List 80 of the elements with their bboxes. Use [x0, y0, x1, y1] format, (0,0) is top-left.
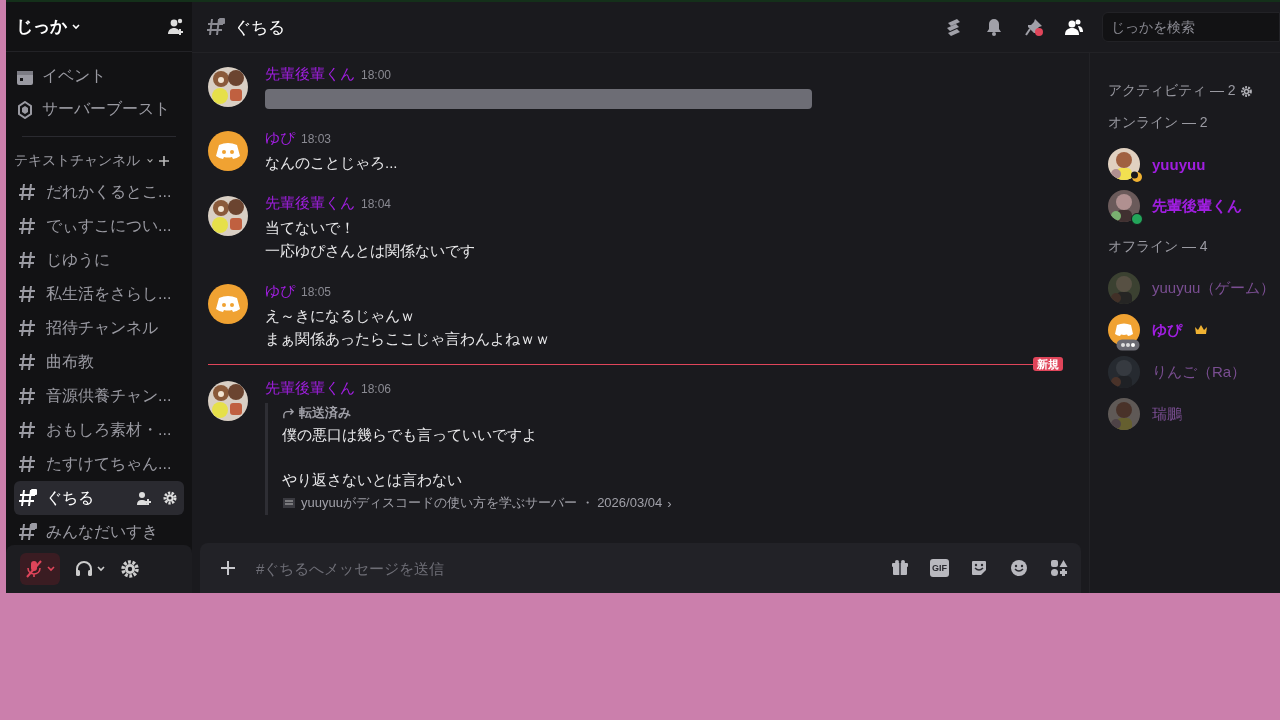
timestamp: 18:05: [301, 285, 332, 299]
settings-icon[interactable]: [1239, 84, 1253, 98]
logo-avatar-icon: [208, 131, 248, 171]
hash-icon: [18, 318, 38, 338]
source-link[interactable]: yuuyuuがディスコードの使い方を学ぶサーバー ・ 2026/03/04: [301, 494, 663, 512]
channel-item[interactable]: みんなだいすき: [14, 515, 184, 549]
channel-item[interactable]: じゆうに: [14, 243, 184, 277]
hash-icon: [206, 17, 226, 37]
hash-icon: [18, 352, 38, 372]
channel-item[interactable]: だれかくるとこ...: [14, 175, 184, 209]
add-icon[interactable]: [218, 558, 238, 578]
microphone-button[interactable]: [20, 553, 60, 585]
gem-icon: [16, 100, 34, 119]
channel-item[interactable]: たすけてちゃん...: [14, 447, 184, 481]
message-text: 当てないで！: [265, 218, 356, 238]
hash-icon: [18, 522, 38, 542]
channel-item[interactable]: 音源供養チャン...: [14, 379, 184, 413]
forward-icon: [282, 406, 295, 420]
hash-icon: [18, 488, 38, 508]
add-user-icon[interactable]: [166, 16, 186, 37]
logo-avatar-icon: [208, 284, 248, 324]
message-text: 一応ゆぴさんとは関係ないです: [265, 241, 476, 261]
server-icon: [282, 496, 296, 510]
settings-icon[interactable]: [162, 490, 178, 506]
emoji-icon[interactable]: [1009, 558, 1029, 578]
add-icon[interactable]: [158, 155, 170, 167]
headphones-icon: [74, 559, 94, 579]
settings-icon[interactable]: [120, 559, 140, 579]
chevron-icon: [71, 21, 81, 32]
apps-icon[interactable]: [1049, 558, 1069, 578]
online-status-icon: [1131, 213, 1143, 225]
timestamp: 18:03: [301, 132, 332, 146]
message-input[interactable]: #ぐちるへメッセージを送信: [254, 558, 874, 578]
hash-icon: [18, 182, 38, 202]
hash-icon: [18, 284, 38, 304]
idle-status-icon: [1131, 171, 1143, 183]
gif-button[interactable]: GIF: [930, 559, 949, 577]
timestamp: 18:06: [361, 382, 392, 396]
pin-icon[interactable]: [1024, 17, 1044, 37]
message-text: やり返さないとは言わない: [282, 470, 463, 490]
members-icon[interactable]: [1064, 17, 1084, 37]
section-title: オフライン — 4: [1108, 238, 1208, 256]
message-text: まぁ関係あったらここじゃ言わんよねｗｗ: [265, 329, 551, 349]
sticker-icon[interactable]: [969, 558, 989, 578]
new-badge: 新規: [1033, 357, 1063, 371]
caret-icon: [96, 564, 106, 574]
activity-status-icon: [1116, 339, 1140, 351]
forwarded-label: 転送済み: [299, 404, 351, 422]
channel-item[interactable]: 招待チャンネル: [14, 311, 184, 345]
chevron-icon: [146, 157, 154, 165]
sidebar-item[interactable]: サーバーブースト: [14, 93, 184, 126]
channel-title: ぐちる: [234, 16, 285, 39]
message-text: なんのことじゃろ...: [265, 153, 399, 173]
category-label[interactable]: テキストチャンネル: [14, 152, 140, 170]
server-name[interactable]: じっか: [16, 15, 81, 38]
hash-icon: [18, 216, 38, 236]
bell-icon[interactable]: [984, 17, 1004, 37]
hash-icon: [18, 386, 38, 406]
sidebar-item[interactable]: イベント: [14, 60, 184, 93]
section-title: オンライン — 2: [1108, 114, 1208, 132]
search-field[interactable]: じっかを検索: [1102, 12, 1280, 42]
channel-item[interactable]: 曲布教: [14, 345, 184, 379]
message-bar[interactable]: #ぐちるへメッセージを送信 GIF: [200, 543, 1081, 593]
timestamp: 18:00: [361, 68, 392, 82]
add-user-icon[interactable]: [136, 490, 152, 506]
gift-icon[interactable]: [890, 558, 910, 578]
hash-icon: [18, 454, 38, 474]
channel-item[interactable]: 私生活をさらし...: [14, 277, 184, 311]
channel-item[interactable]: でぃすこについ...: [14, 209, 184, 243]
timestamp: 18:04: [361, 197, 392, 211]
chevron-icon[interactable]: ›: [667, 495, 672, 511]
message-text: 僕の悪口は幾らでも言っていいですよ: [282, 425, 538, 445]
message-text: え～きになるじゃんｗ: [265, 306, 416, 326]
hash-icon: [18, 250, 38, 270]
hash-icon: [18, 420, 38, 440]
channel-item[interactable]: おもしろ素材・...: [14, 413, 184, 447]
microphone-icon: [24, 559, 44, 579]
caret-icon: [46, 564, 56, 574]
section-title: アクティビティ — 2: [1108, 82, 1236, 100]
channel-item[interactable]: ぐちる: [14, 481, 184, 515]
